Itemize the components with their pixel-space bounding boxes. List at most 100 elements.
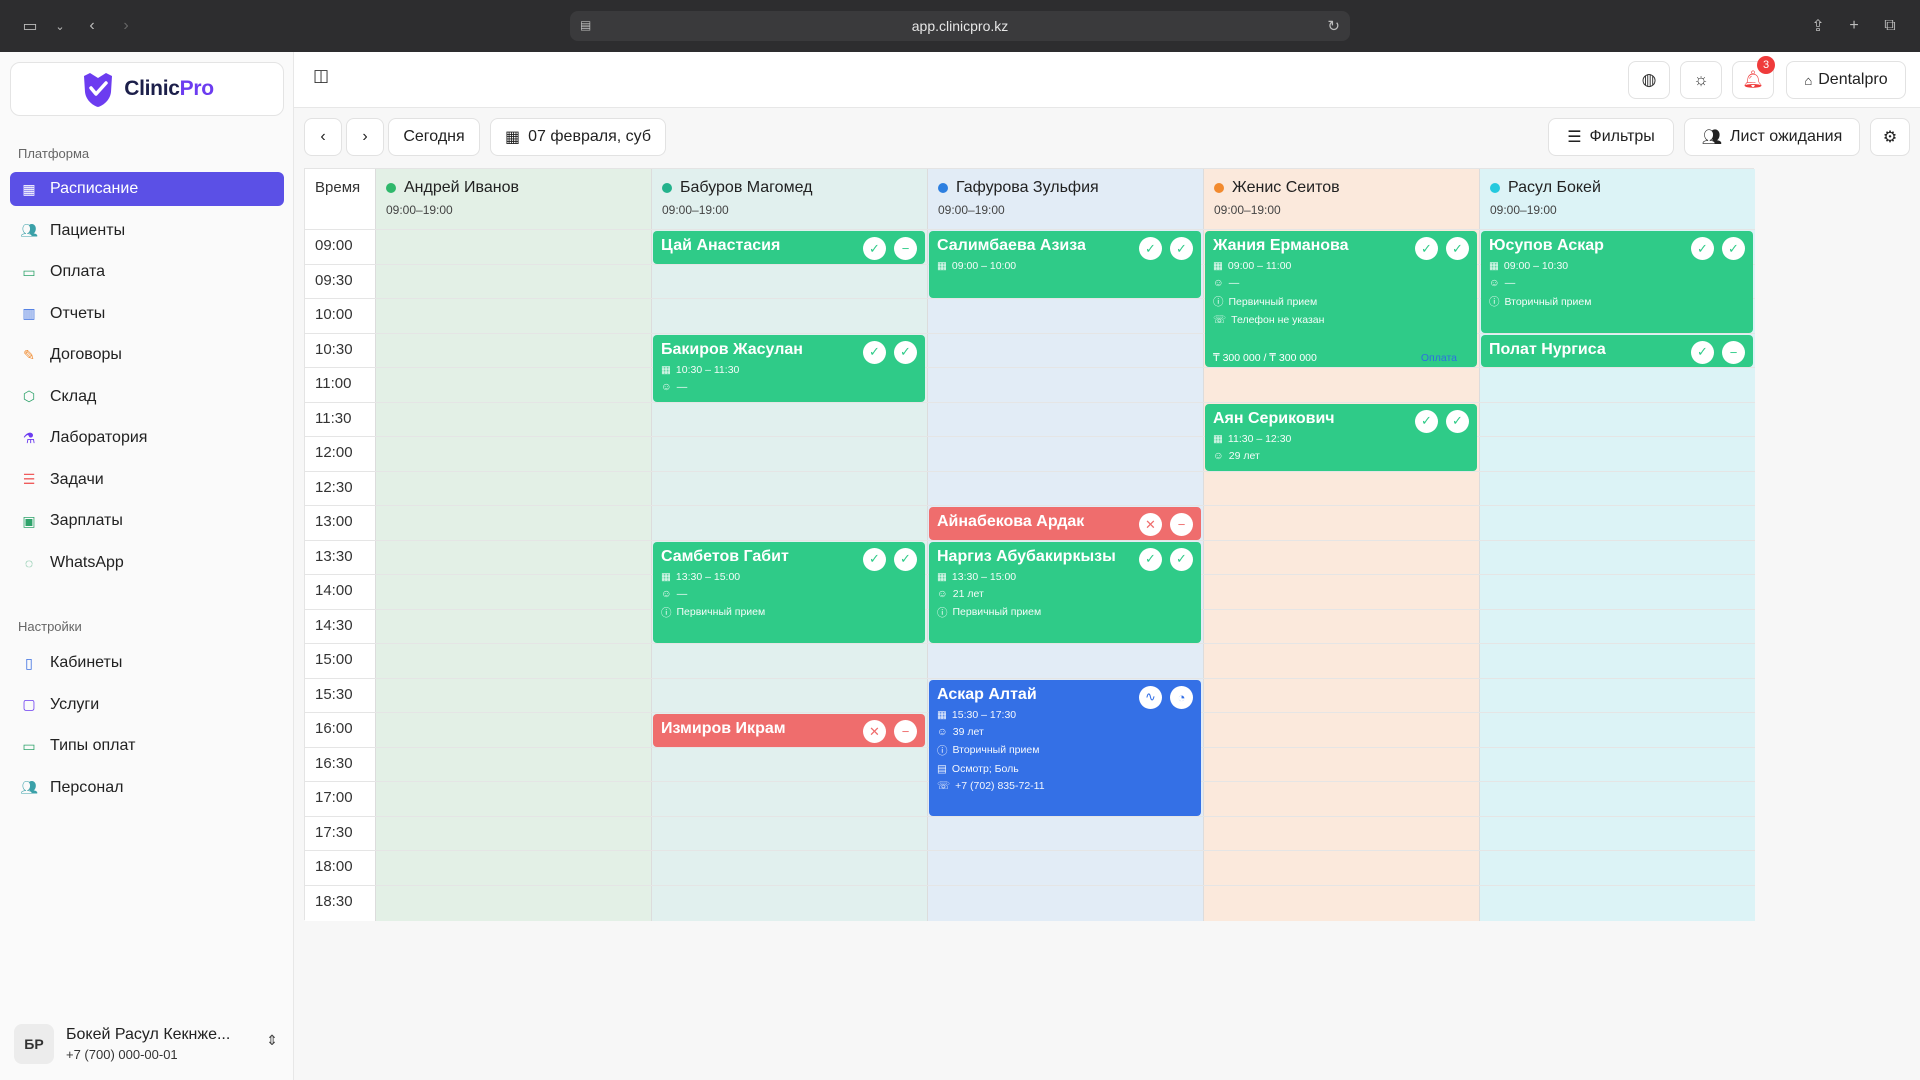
check-circle-icon[interactable]: ✓ xyxy=(863,547,886,571)
minus-circle-icon[interactable]: − xyxy=(1722,340,1745,364)
user-x-icon[interactable]: ✕ xyxy=(863,720,886,743)
check-circle-icon[interactable]: ✓ xyxy=(863,340,886,364)
appointment-card[interactable]: Полат Нургиса ✓ − xyxy=(1481,334,1753,367)
check-circle-icon[interactable]: ✓ xyxy=(1722,237,1745,260)
back-icon[interactable]: ‹ xyxy=(80,14,104,38)
reload-icon[interactable]: ↻ xyxy=(1327,17,1340,35)
check-circle-icon[interactable]: ✓ xyxy=(894,547,917,571)
appointment-card[interactable]: Салимбаева Азиза ▦ 09:00 – 10:00 ✓ ✓ xyxy=(929,231,1201,298)
info-icon: ⓘ xyxy=(661,606,672,619)
nav-item-2[interactable]: 👥︎ Пациенты xyxy=(10,214,284,248)
chevron-down-icon[interactable]: ⌄ xyxy=(48,14,72,38)
check-circle-icon[interactable]: ✓ xyxy=(1139,547,1162,571)
doctor-header[interactable]: Женис Сеитов 09:00–19:00 xyxy=(1204,169,1479,229)
check-circle-icon[interactable]: ✓ xyxy=(1170,547,1193,571)
tabs-overview-icon[interactable]: ⧉ xyxy=(1878,14,1902,38)
appointment-detail-text: Телефон не указан xyxy=(1231,314,1325,326)
logo[interactable]: ClinicPro xyxy=(10,62,284,116)
chevrons-up-down-icon[interactable]: ⇕ xyxy=(266,1032,278,1049)
doctor-name: Бабуров Магомед xyxy=(680,179,813,196)
appointment-card[interactable]: Самбетов Габит ▦ 13:30 – 15:00 ☺ — ⓘ Первичный… xyxy=(653,541,925,643)
appointment-card[interactable]: Айнабекова Ардак ✕ − xyxy=(929,507,1201,540)
globe-icon: ◍ xyxy=(1641,70,1657,89)
share-icon[interactable]: ⇪ xyxy=(1806,14,1830,38)
nav-item-6[interactable]: ⬡ Склад xyxy=(10,380,284,414)
check-circle-icon[interactable]: ✓ xyxy=(1139,237,1162,260)
minus-circle-icon[interactable]: − xyxy=(1170,513,1193,536)
user-profile[interactable]: БР Бокей Расул Кекнже... +7 (700) 000-00… xyxy=(14,1018,284,1070)
check-circle-icon[interactable]: ✓ xyxy=(894,340,917,364)
today-button[interactable]: Сегодня xyxy=(388,118,480,156)
appointment-card[interactable]: Бакиров Жасулан ▦ 10:30 – 11:30 ☺ — ✓ ✓ xyxy=(653,334,925,402)
collapse-sidebar-button[interactable]: ◫ xyxy=(306,61,336,91)
check-circle-icon[interactable]: ✓ xyxy=(1415,237,1438,260)
payment-link[interactable]: Оплата xyxy=(1421,352,1457,364)
prev-day-button[interactable]: ‹ xyxy=(304,118,342,156)
doctor-hours: 09:00–19:00 xyxy=(938,203,1005,217)
user-icon: ☺ xyxy=(661,380,672,393)
appointment-card[interactable]: Цай Анастасия ✓ − xyxy=(653,231,925,264)
appointment-card[interactable]: Измиров Икрам ✕ − xyxy=(653,714,925,747)
user-x-icon[interactable]: ✕ xyxy=(1139,513,1162,536)
nav-item-9[interactable]: ▣ Зарплаты xyxy=(10,504,284,538)
user-icon: ☺ xyxy=(937,725,948,738)
nav-item-2[interactable]: ▢ Услуги xyxy=(10,688,284,722)
nav-item-7[interactable]: ⚗ Лаборатория xyxy=(10,421,284,455)
appointment-card[interactable]: Жания Ерманова ▦ 09:00 – 11:00 ☺ — ⓘ Первичный… xyxy=(1205,231,1477,367)
sidebar-toggle-icon[interactable]: ▭ xyxy=(18,14,42,38)
nav-item-label: Расписание xyxy=(50,180,139,197)
next-day-button[interactable]: › xyxy=(346,118,384,156)
time-label: 09:30 xyxy=(315,271,353,289)
check-circle-icon[interactable]: ✓ xyxy=(1170,237,1193,260)
check-circle-icon[interactable]: ✓ xyxy=(1691,340,1714,364)
appointment-card[interactable]: Аскар Алтай ▦ 15:30 – 17:30 ☺ 39 лет ⓘ Вторичн… xyxy=(929,679,1201,816)
check-circle-icon[interactable]: ✓ xyxy=(863,237,886,260)
doctor-header[interactable]: Гафурова Зульфия 09:00–19:00 xyxy=(928,169,1203,229)
date-picker-button[interactable]: ▦ 07 февраля, суб xyxy=(490,118,666,156)
nav-item-4[interactable]: 👥︎ Персонал xyxy=(10,771,284,805)
appointment-detail: ⓘ Первичный прием xyxy=(661,605,917,620)
check-circle-icon[interactable]: ✓ xyxy=(1446,409,1469,433)
clinic-switcher-button[interactable]: ⌂ Dentalpro xyxy=(1786,61,1906,99)
check-circle-icon[interactable]: ✓ xyxy=(1691,237,1714,260)
nav-item-4[interactable]: ▥ Отчеты xyxy=(10,297,284,331)
user-icon: ☺ xyxy=(661,587,672,600)
waitlist-button[interactable]: 👥︎ Лист ожидания xyxy=(1684,118,1860,156)
doctor-header[interactable]: Расул Бокей 09:00–19:00 xyxy=(1480,169,1755,229)
address-bar[interactable]: ▤ app.clinicpro.kz ↻ xyxy=(570,11,1350,41)
minus-circle-icon[interactable]: − xyxy=(894,720,917,743)
time-label: 16:00 xyxy=(315,720,353,737)
nav-item-1[interactable]: ▯ Кабинеты xyxy=(10,646,284,680)
appointment-card[interactable]: Наргиз Абубакиркызы ▦ 13:30 – 15:00 ☺ 21 лет… xyxy=(929,541,1201,643)
appointment-card[interactable]: Аян Серикович ▦ 11:30 – 12:30 ☺ 29 лет ✓ ✓ xyxy=(1205,403,1477,471)
appointment-card[interactable]: Юсупов Аскар ▦ 09:00 – 10:30 ☺ — ⓘ Вторичный п… xyxy=(1481,231,1753,333)
language-button[interactable]: ◍ xyxy=(1628,61,1670,99)
doctor-header[interactable]: Бабуров Магомед 09:00–19:00 xyxy=(652,169,927,229)
nav-item-label: Типы оплат xyxy=(50,737,136,754)
nav-item-8[interactable]: ☰ Задачи xyxy=(10,463,284,497)
site-settings-icon[interactable]: ▤ xyxy=(580,18,594,32)
time-label: 18:00 xyxy=(315,858,353,875)
filters-button[interactable]: ☰ Фильтры xyxy=(1548,118,1674,156)
notifications-button[interactable]: 🔔︎ 3 xyxy=(1732,56,1775,99)
nav-item-10[interactable]: ◌ WhatsApp xyxy=(10,546,284,580)
activity-icon[interactable]: ∿ xyxy=(1139,685,1162,709)
platform-section-label: Платформа xyxy=(18,146,90,161)
clock-icon[interactable]: ◔ xyxy=(1170,685,1193,709)
appointment-detail: ▦ 13:30 – 15:00 xyxy=(937,571,1193,583)
nav-item-1[interactable]: ▦ Расписание xyxy=(10,172,284,206)
nav-item-5[interactable]: ✎ Договоры xyxy=(10,338,284,372)
nav-item-3[interactable]: ▭ Оплата xyxy=(10,255,284,289)
theme-toggle-button[interactable]: ☼ xyxy=(1680,61,1722,99)
slot-divider xyxy=(305,436,1755,437)
forward-icon[interactable]: › xyxy=(114,14,138,38)
new-tab-icon[interactable]: + xyxy=(1842,14,1866,38)
appointment-detail-text: — xyxy=(676,380,688,393)
minus-circle-icon[interactable]: − xyxy=(894,237,917,260)
view-settings-button[interactable]: ⚙ xyxy=(1870,118,1910,156)
check-circle-icon[interactable]: ✓ xyxy=(1415,409,1438,433)
chevron-left-icon: ‹ xyxy=(320,128,326,145)
doctor-header[interactable]: Андрей Иванов 09:00–19:00 xyxy=(376,169,651,229)
nav-item-3[interactable]: ▭ Типы оплат xyxy=(10,729,284,763)
check-circle-icon[interactable]: ✓ xyxy=(1446,237,1469,260)
